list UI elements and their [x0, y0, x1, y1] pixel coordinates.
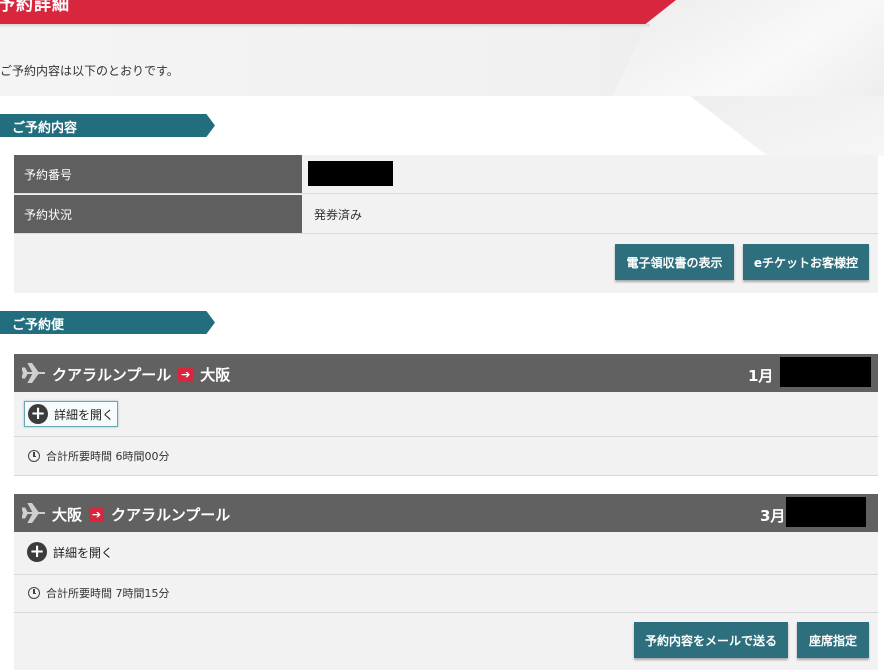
origin-city: 大阪: [52, 506, 83, 524]
divider: [14, 436, 878, 437]
title-bar: [0, 0, 676, 24]
airplane-icon: [22, 363, 45, 383]
row-reservation-status: 予約状況 発券済み: [14, 195, 878, 234]
seat-selection-button[interactable]: 座席指定: [797, 622, 869, 658]
open-details-toggle[interactable]: + 詳細を開く: [24, 539, 116, 565]
flight-date: 3月: [760, 507, 786, 525]
destination-city: クアラルンプール: [111, 506, 231, 524]
flight-route: 大阪 ➔ クアラルンプール: [52, 504, 230, 525]
receipt-button[interactable]: 電子領収書の表示: [615, 244, 734, 280]
clock-icon: [28, 450, 40, 462]
divider: [14, 612, 878, 613]
row-reservation-number: 予約番号: [14, 155, 878, 194]
flight-date: 1月: [748, 367, 774, 385]
reservation-panel: 予約番号 予約状況 発券済み 電子領収書の表示 eチケットお客様控: [14, 155, 878, 293]
background-decoration: [690, 96, 884, 156]
page-title: 予約詳細: [0, 0, 70, 15]
flight-route: クアラルンプール ➔ 大阪: [52, 364, 230, 385]
row-label: 予約番号: [14, 155, 302, 193]
clock-icon: [28, 587, 40, 599]
arrow-right-icon: ➔: [178, 367, 194, 382]
plus-circle-icon: +: [28, 404, 48, 424]
section-title-reservation: ご予約内容: [0, 114, 215, 137]
intro-text: ご予約内容は以下のとおりです。: [0, 64, 179, 78]
open-details-toggle[interactable]: + 詳細を開く: [24, 401, 119, 427]
total-duration: 合計所要時間 7時間15分: [28, 585, 170, 601]
title-shadow: [0, 24, 650, 28]
redacted-block: [308, 161, 393, 186]
flight-header-2: 大阪 ➔ クアラルンプール 3月: [14, 494, 878, 532]
redacted-block: [780, 357, 871, 387]
toggle-label: 詳細を開く: [54, 407, 115, 422]
redacted-block: [786, 497, 866, 527]
toggle-label: 詳細を開く: [53, 545, 114, 560]
flight-header-1: クアラルンプール ➔ 大阪 1月: [14, 354, 878, 392]
airplane-icon: [22, 503, 45, 523]
destination-city: 大阪: [200, 366, 231, 384]
page-header: 予約詳細 ご予約内容は以下のとおりです。: [0, 0, 884, 96]
flight-body-2: + 詳細を開く 合計所要時間 7時間15分 予約内容をメールで送る 座席指定: [14, 532, 878, 670]
origin-city: クアラルンプール: [52, 366, 172, 384]
total-duration: 合計所要時間 6時間00分: [28, 448, 170, 464]
arrow-right-icon: ➔: [89, 507, 105, 522]
duration-text: 合計所要時間 6時間00分: [46, 450, 170, 463]
eticket-button[interactable]: eチケットお客様控: [743, 244, 869, 280]
divider: [14, 574, 878, 575]
reservation-status-value: 発券済み: [314, 208, 363, 222]
row-label: 予約状況: [14, 195, 302, 233]
flight-body-1: + 詳細を開く 合計所要時間 6時間00分: [14, 392, 878, 476]
email-reservation-button[interactable]: 予約内容をメールで送る: [634, 622, 788, 658]
section-title-flights: ご予約便: [0, 311, 215, 334]
plus-circle-icon: +: [27, 542, 47, 562]
duration-text: 合計所要時間 7時間15分: [46, 587, 170, 600]
